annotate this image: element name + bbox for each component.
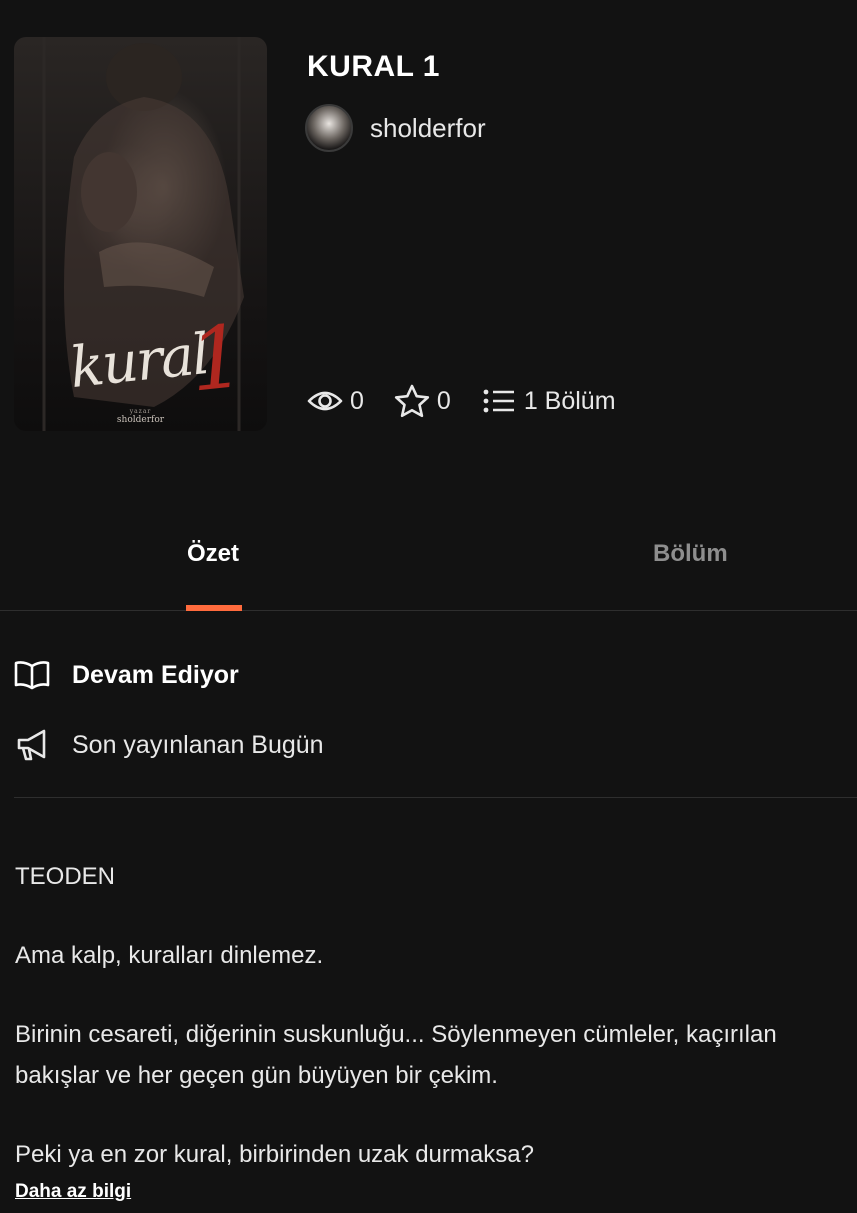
summary-paragraph: TEODEN [15, 863, 116, 890]
views-count: 0 [350, 386, 364, 415]
published-row: Son yayınlanan Bugün [14, 728, 324, 762]
cover-byline-author: sholderfor [116, 415, 165, 425]
author-link[interactable]: sholderfor [305, 104, 486, 152]
votes-stat: 0 [394, 384, 451, 418]
section-divider [14, 797, 857, 798]
status-row: Devam Ediyor [14, 660, 239, 690]
list-icon [483, 389, 514, 413]
votes-count: 0 [436, 386, 451, 415]
tab-parts[interactable]: Bölüm [653, 540, 728, 568]
views-stat: 0 [307, 387, 364, 416]
tab-bar: Özet Bölüm [0, 520, 857, 611]
cover-number-text: 1 [184, 306, 250, 412]
published-label: Son yayınlanan Bugün [72, 730, 324, 759]
star-icon [394, 384, 430, 418]
book-cover[interactable]: kural 1 yazar sholderfor [14, 37, 267, 431]
active-tab-indicator [186, 605, 242, 611]
parts-stat: 1 Bölüm [483, 387, 616, 416]
story-stats: 0 0 1 Bölüm [307, 384, 616, 418]
story-summary: TEODEN Ama kalp, kuralları dinlemez. Bir… [15, 856, 845, 1213]
eye-icon [307, 391, 343, 411]
book-title: KURAL 1 [307, 50, 440, 83]
summary-paragraph: Birinin cesareti, diğerinin suskunluğu..… [15, 1021, 777, 1089]
tab-summary[interactable]: Özet [187, 540, 239, 568]
author-name[interactable]: sholderfor [370, 113, 486, 144]
status-label: Devam Ediyor [72, 660, 239, 689]
summary-paragraph: Peki ya en zor kural, birbirinden uzak d… [15, 1141, 534, 1168]
cover-byline-label: yazar [129, 408, 152, 415]
megaphone-icon [17, 729, 46, 761]
parts-count: 1 Bölüm [523, 386, 616, 415]
book-open-icon [14, 661, 50, 690]
summary-paragraph: Ama kalp, kuralları dinlemez. [15, 942, 324, 969]
avatar-icon[interactable] [305, 104, 353, 152]
